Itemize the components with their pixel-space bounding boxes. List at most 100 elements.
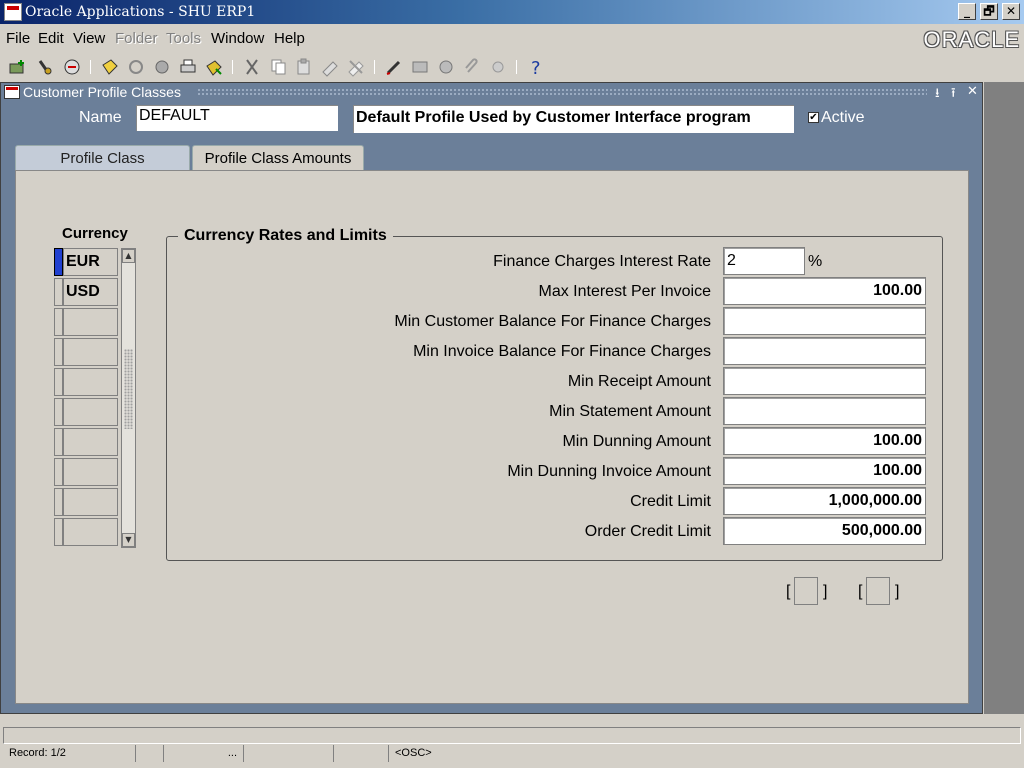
currency-cell[interactable]	[63, 308, 118, 336]
toolbar-separator	[232, 60, 233, 74]
menu-file[interactable]: File	[6, 30, 30, 47]
tab-profile-class-amounts[interactable]: Profile Class Amounts	[192, 145, 364, 172]
record-indicator[interactable]	[54, 368, 63, 396]
edit-field-icon[interactable]	[384, 57, 404, 77]
name-field[interactable]: DEFAULT	[135, 104, 339, 132]
oracle-logo: ORACLE	[923, 27, 1020, 52]
maximize-form-icon[interactable]: ⭱	[951, 84, 956, 106]
translations-icon[interactable]	[436, 57, 456, 77]
currency-cell[interactable]	[63, 458, 118, 486]
currency-cell[interactable]: EUR	[63, 248, 118, 276]
menu-tools[interactable]: Tools	[166, 30, 201, 47]
descriptive-flexfield-box[interactable]	[794, 577, 818, 605]
tab-profile-class[interactable]: Profile Class	[15, 145, 190, 170]
min-dunning-invoice-amount-field[interactable]: 100.00	[723, 457, 926, 485]
oracle-app-icon[interactable]	[4, 3, 22, 21]
folder-tools-icon[interactable]	[488, 57, 508, 77]
next-step-icon[interactable]	[126, 57, 146, 77]
min-receipt-amount-label: Min Receipt Amount	[567, 373, 711, 390]
restore-button[interactable]: 🗗	[980, 3, 998, 20]
currency-cell[interactable]	[63, 398, 118, 426]
toolbar-separator	[90, 60, 91, 74]
close-button[interactable]: ✕	[1002, 3, 1020, 20]
paste-icon[interactable]	[294, 57, 314, 77]
toolbar-separator	[374, 60, 375, 74]
copy-icon[interactable]	[268, 57, 288, 77]
percent-label: %	[808, 253, 823, 270]
record-indicator[interactable]	[54, 488, 63, 516]
currency-scrollbar[interactable]: ▲ ▼	[121, 248, 136, 548]
min-customer-balance-field[interactable]	[723, 307, 926, 335]
descriptive-flexfield-box[interactable]	[866, 577, 890, 605]
switch-responsibility-icon[interactable]	[152, 57, 172, 77]
max-interest-per-invoice-field[interactable]: 100.00	[723, 277, 926, 305]
menu-window[interactable]: Window	[211, 30, 264, 47]
clear-record-icon[interactable]	[320, 57, 340, 77]
min-invoice-balance-label: Min Invoice Balance For Finance Charges	[413, 343, 711, 360]
help-icon[interactable]: ?	[526, 57, 546, 79]
description-field[interactable]: Default Profile Used by Customer Interfa…	[352, 104, 795, 134]
new-icon[interactable]	[8, 57, 28, 77]
min-invoice-balance-field[interactable]	[723, 337, 926, 365]
minimize-form-icon[interactable]: ⭳	[935, 84, 940, 106]
form-icon[interactable]	[4, 85, 20, 99]
menu-view[interactable]: View	[73, 30, 105, 47]
order-credit-limit-field[interactable]: 500,000.00	[723, 517, 926, 545]
current-record-indicator[interactable]	[54, 248, 63, 276]
bracket-close: ]	[895, 583, 900, 600]
form-title: Customer Profile Classes	[23, 84, 181, 100]
print-icon[interactable]	[178, 57, 198, 77]
credit-limit-field[interactable]: 1,000,000.00	[723, 487, 926, 515]
min-dunning-amount-field[interactable]: 100.00	[723, 427, 926, 455]
scroll-up-icon[interactable]: ▲	[122, 249, 135, 263]
record-indicator[interactable]	[54, 458, 63, 486]
min-statement-amount-field[interactable]	[723, 397, 926, 425]
menu-folder[interactable]: Folder	[115, 30, 158, 47]
minimize-button[interactable]: _	[958, 3, 976, 20]
menu-edit[interactable]: Edit	[38, 30, 64, 47]
finance-charges-interest-rate-field[interactable]: 2	[723, 247, 805, 275]
zoom-icon[interactable]	[410, 57, 430, 77]
currency-cell[interactable]	[63, 428, 118, 456]
cut-icon[interactable]	[242, 57, 262, 77]
status-osc: <OSC>	[388, 745, 488, 762]
navigator-icon[interactable]	[62, 57, 82, 77]
record-count: Record: 1/2	[9, 747, 66, 759]
attachments-icon[interactable]	[462, 57, 482, 77]
currency-cell[interactable]: USD	[63, 278, 118, 306]
scroll-down-icon[interactable]: ▼	[122, 533, 135, 547]
toolbar: ?	[0, 54, 1024, 80]
message-line	[3, 727, 1021, 744]
find-icon[interactable]	[36, 57, 56, 77]
record-indicator[interactable]	[54, 338, 63, 366]
min-customer-balance-label: Min Customer Balance For Finance Charges	[394, 313, 711, 330]
toolbar-separator	[516, 60, 517, 74]
min-dunning-amount-label: Min Dunning Amount	[562, 433, 711, 450]
min-receipt-amount-field[interactable]	[723, 367, 926, 395]
group-title: Currency Rates and Limits	[178, 227, 393, 245]
scrollbar-thumb[interactable]	[124, 349, 133, 429]
max-interest-per-invoice-label: Max Interest Per Invoice	[538, 283, 711, 300]
save-icon[interactable]	[100, 57, 120, 77]
currency-cell[interactable]	[63, 338, 118, 366]
record-indicator[interactable]	[54, 518, 63, 546]
menu-help[interactable]: Help	[274, 30, 305, 47]
status-segment	[135, 745, 163, 762]
record-indicator[interactable]	[54, 428, 63, 456]
close-form-icon[interactable]	[204, 57, 224, 77]
currency-cell[interactable]	[63, 368, 118, 396]
delete-record-icon[interactable]	[346, 57, 366, 77]
record-indicator[interactable]	[54, 398, 63, 426]
currency-cell[interactable]	[63, 518, 118, 546]
bracket-open: [	[858, 583, 863, 600]
min-dunning-invoice-amount-label: Min Dunning Invoice Amount	[507, 463, 711, 480]
bracket-close: ]	[823, 583, 828, 600]
currency-cell[interactable]	[63, 488, 118, 516]
active-checkbox[interactable]: ✔	[808, 112, 819, 123]
credit-limit-label: Credit Limit	[630, 493, 711, 510]
record-indicator[interactable]	[54, 278, 63, 306]
close-form-window-icon[interactable]: ✕	[967, 84, 978, 99]
status-list-of-values: ...	[163, 745, 243, 762]
record-indicator[interactable]	[54, 308, 63, 336]
order-credit-limit-label: Order Credit Limit	[584, 523, 711, 540]
